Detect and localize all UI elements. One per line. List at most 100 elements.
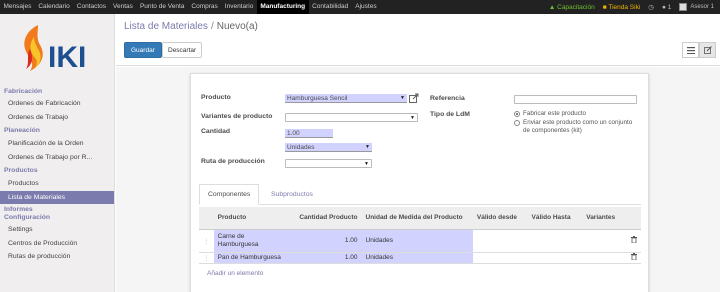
menu-ajustes[interactable]: Ajustes [352,0,380,14]
tab-componentes[interactable]: Componentes [199,184,260,205]
save-button[interactable]: Guardar [124,42,162,58]
header-valido-desde[interactable]: Válido desde [472,207,528,230]
external-link-icon[interactable] [409,93,419,103]
menu-contactos[interactable]: Contactos [73,0,109,14]
cantidad-label: Cantidad [201,128,231,135]
cell-uom[interactable]: Unidades [361,229,473,253]
header-variantes[interactable]: Variantes [582,207,627,230]
table-row[interactable]: ⋮ Carne de Hamburguesa 1.00 Unidades [199,229,641,253]
breadcrumb-parent[interactable]: Lista de Materiales [124,21,208,32]
tipo-option-kit[interactable]: Enviar este producto como un conjunto de… [514,119,639,134]
sidebar-item-settings[interactable]: Settings [0,223,114,237]
uom-select[interactable]: Unidades ▼ [285,143,372,152]
section-fabricacion: Fabricación [4,88,43,95]
cell-variantes[interactable] [582,252,627,264]
capacitacion-link[interactable]: ▲ Capacitación [549,4,595,11]
delete-row-button[interactable] [626,229,641,253]
cell-valido-hasta[interactable] [527,252,583,264]
sidebar-item-lista-materiales[interactable]: Lista de Materiales [0,190,114,204]
svg-text:IKI: IKI [48,41,86,74]
section-productos: Productos [4,167,38,174]
header-uom[interactable]: Unidad de Medida del Producto [361,207,473,230]
cell-uom[interactable]: Unidades [361,252,473,264]
add-line-link[interactable]: Añadir un elemento [207,270,263,277]
drag-handle-icon[interactable]: ⋮ [199,252,214,264]
menu-mensajes[interactable]: Mensajes [0,0,35,14]
menu-contabilidad[interactable]: Contabilidad [309,0,352,14]
main-area: Lista de Materiales / Nuevo(a) Guardar Des… [116,14,720,292]
section-planeacion: Planeación [4,127,40,134]
view-switcher [682,42,716,58]
edit-icon [703,46,712,54]
cell-producto[interactable]: Carne de Hamburguesa [213,229,289,253]
list-view-button[interactable] [682,42,699,58]
tipo-option-fabricar[interactable]: Fabricar este producto [514,110,639,118]
notebook-tabs: Componentes Subproductos [199,184,641,205]
drag-handle-icon[interactable]: ⋮ [199,229,214,253]
form-view-button[interactable] [699,42,716,58]
sidebar-item-rutas-produccion[interactable]: Rutas de producción [0,250,114,264]
cell-variantes[interactable] [582,229,627,253]
header-cantidad[interactable]: Cantidad Producto [288,207,362,230]
discard-button[interactable]: Descartar [162,42,203,58]
sidebar-item-ordenes-fabricacion[interactable]: Ordenes de Fabricación [0,97,114,111]
tipo-ldm-label: Tipo de LdM [430,111,470,118]
sidebar-item-ordenes-trabajo-por-r[interactable]: Ordenes de Trabajo por R... [0,151,114,165]
variantes-select[interactable]: ▼ [285,113,418,122]
avatar [679,3,688,11]
delete-row-button[interactable] [626,252,641,264]
ruta-select[interactable]: ▼ [285,159,372,168]
control-panel: Lista de Materiales / Nuevo(a) Guardar Des… [116,14,720,66]
menu-manufacturing[interactable]: Manufacturing [256,0,309,14]
sidebar-item-centros-produccion[interactable]: Centros de Producción [0,237,114,251]
trash-icon [630,236,637,244]
menu-compras[interactable]: Compras [188,0,221,14]
app-menu: Mensajes Calendario Contactos Ventas Pun… [0,0,380,14]
header-producto[interactable]: Producto [213,207,289,230]
sidebar-item-productos[interactable]: Productos [0,177,114,191]
cell-valido-desde[interactable] [472,229,528,253]
company-logo[interactable]: IKI [0,14,114,84]
menu-inventario[interactable]: Inventario [221,0,257,14]
user-menu[interactable]: Asesor 1 [679,3,714,11]
producto-field[interactable]: Hamburguesa Sencil ▼ [285,94,407,103]
chat-icon: ● [661,3,666,11]
sidebar-item-ordenes-trabajo[interactable]: Ordenes de Trabajo [0,111,114,125]
section-informes: Informes [4,206,33,213]
chat-button[interactable]: ● 1 [662,4,671,11]
chevron-down-icon[interactable]: ▼ [364,161,369,167]
trash-icon [630,253,637,261]
cell-cantidad[interactable]: 1.00 [288,229,362,253]
sidebar-item-planificacion-orden[interactable]: Planificación de la Orden [0,137,114,151]
chevron-down-icon[interactable]: ▼ [400,95,405,101]
breadcrumb: Lista de Materiales / Nuevo(a) [124,21,258,32]
components-table: Producto Cantidad Producto Unidad de Med… [199,207,641,264]
header-actions [626,207,641,230]
sidebar: IKI Fabricación Ordenes de Fabricación O… [0,14,115,292]
menu-punto-de-venta[interactable]: Punto de Venta [136,0,187,14]
table-row[interactable]: ⋮ Pan de Hamburguesa 1.00 Unidades [199,252,641,264]
form-sheet: Producto Hamburguesa Sencil ▼ Variantes … [190,73,649,292]
cantidad-input[interactable]: 1.00 [285,129,333,138]
menu-ventas[interactable]: Ventas [110,0,137,14]
referencia-input[interactable] [514,95,637,104]
cell-producto[interactable]: Pan de Hamburguesa [213,252,289,264]
chevron-down-icon[interactable]: ▼ [365,144,370,150]
menu-calendario[interactable]: Calendario [35,0,73,14]
radio-fabricar[interactable] [514,111,520,117]
siki-logo-icon: IKI [24,25,86,74]
referencia-label: Referencia [430,95,465,102]
clock-icon[interactable]: ◷ [648,3,654,11]
cell-cantidad[interactable]: 1.00 [288,252,362,264]
radio-kit[interactable] [514,120,520,126]
section-configuracion: Configuración [4,214,51,221]
header-valido-hasta[interactable]: Válido Hasta [527,207,583,230]
cell-valido-desde[interactable] [472,252,528,264]
shopping-cart-icon: ■ [602,3,607,11]
list-icon [686,46,695,54]
tab-subproductos[interactable]: Subproductos [263,184,321,205]
chevron-down-icon[interactable]: ▼ [410,115,415,121]
cell-valido-hasta[interactable] [527,229,583,253]
uom-value: Unidades [287,143,315,151]
tienda-link[interactable]: ■ Tienda Siki [603,4,641,11]
